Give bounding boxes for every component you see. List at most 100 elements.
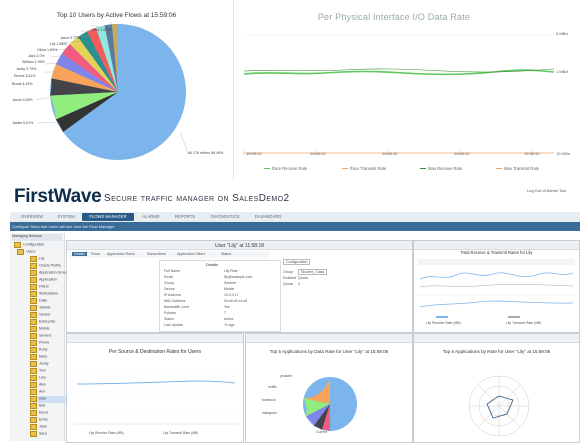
sidebar-tree-item[interactable]: Sara [30, 431, 47, 438]
sidebar-tree-item[interactable]: Application Group [30, 270, 68, 277]
folder-icon [30, 410, 37, 416]
legend-item[interactable]: Lily Receive Rate (MB) [89, 431, 124, 435]
legend-item[interactable]: Max Receive Rate [420, 166, 462, 171]
sidebar-item-label: Tablets [39, 305, 51, 310]
sidebar-tree-item[interactable]: Kate [30, 396, 70, 403]
detail-key: Status [164, 317, 174, 321]
tab-flows-manager[interactable]: FLOWS MANAGER [82, 213, 134, 221]
legend-item[interactable]: Iface Transmit Rate [342, 166, 386, 171]
folder-icon [30, 403, 37, 409]
folder-icon [30, 263, 37, 269]
sidebar-item-label: Sara [39, 431, 47, 436]
sidebar-item-label: Jenny [39, 361, 49, 366]
top-apps-pie-panel: Top 5 Applications by Data Rate for User… [245, 333, 413, 443]
sidebar-item-label: Jane [39, 424, 47, 429]
quota-value: 0 [298, 282, 300, 286]
sidebar-tree-item[interactable]: Emily [30, 417, 48, 424]
sidebar-tree-item[interactable]: Jane [30, 424, 47, 431]
detail-value: Active [224, 317, 234, 321]
folder-icon [30, 291, 37, 297]
tab-overview[interactable]: OVERVIEW [14, 213, 50, 221]
detail-key: IP Address [164, 293, 181, 297]
sidebar-tree-item[interactable]: Ann [30, 389, 45, 396]
tab-app-filters[interactable]: Application Filters [177, 252, 205, 256]
tab-reports[interactable]: REPORTS [168, 213, 202, 221]
top-right-link[interactable]: Log Out of Admin Tool [527, 188, 566, 193]
sidebar-tree-item[interactable]: Elena [30, 410, 48, 417]
sidebar-tree-item[interactable]: Lisa [30, 375, 46, 382]
sidebar-tree-item[interactable]: Mobile [30, 326, 50, 333]
tab-diagnostics[interactable]: DIAGNOSTICS [204, 213, 246, 221]
tab-details[interactable]: Details [72, 252, 87, 256]
sidebar-tree-item[interactable]: Lily [30, 256, 44, 263]
sidebar-tree-item[interactable]: Jenny [30, 361, 49, 368]
tab-flows[interactable]: Flows [91, 252, 100, 256]
configuration-button[interactable]: Configuration [283, 259, 311, 265]
detail-value: 7 [224, 311, 226, 315]
sidebar-tree-item[interactable]: Vendor [30, 312, 50, 319]
tab-system[interactable]: SYSTEM [52, 213, 80, 221]
tab-status[interactable]: Status [221, 252, 231, 256]
pie-label: William 1.99% [22, 60, 45, 64]
sidebar-tree-item[interactable]: Configuration [14, 242, 44, 249]
sidebar-tree-item[interactable]: Servers [30, 333, 51, 340]
pie-label: Current [316, 430, 328, 434]
legend-item[interactable]: Lily Receive Rate (MB) [426, 321, 461, 325]
sidebar-item-label: Kate [39, 396, 47, 401]
sidebar-tree-item[interactable]: Mary [30, 354, 47, 361]
pie-label: Olivia 1.89% [37, 48, 58, 52]
folder-icon [30, 424, 37, 430]
sidebar-item-label: Alex [39, 382, 46, 387]
detail-value: Yes [224, 305, 230, 309]
sidebar-tree-item[interactable]: Alex [30, 382, 46, 389]
main-nav: OVERVIEW SYSTEM FLOWS MANAGER ALARMS REP… [10, 212, 580, 222]
pie-label: Brook 4.43% [12, 82, 33, 86]
folder-icon [30, 319, 37, 325]
y-tick: 5 MB/s [556, 31, 569, 36]
folder-icon [30, 361, 37, 367]
sidebar-item-label: Filters [39, 284, 49, 289]
sidebar-tree-item[interactable]: Bob [30, 403, 45, 410]
sidebar-tree-item[interactable]: Users [17, 249, 35, 256]
legend-item[interactable]: Lily Transmit Rate (MB) [163, 431, 198, 435]
sidebar-tree-item[interactable]: Oracle Profile [30, 263, 61, 270]
folder-icon [14, 242, 21, 248]
sidebar-tree-item[interactable]: Tom [30, 368, 46, 375]
legend-item[interactable]: Iface Receive Rate [264, 166, 307, 171]
sidebar-tree-item[interactable]: Application [30, 277, 57, 284]
pie-label: netflix [268, 385, 277, 389]
sidebar-tree-item[interactable]: Enterprise [30, 319, 55, 326]
apps-radar-chart [468, 375, 530, 437]
group-select[interactable]: Student_Class [298, 269, 328, 275]
folder-icon [30, 277, 37, 283]
legend-item[interactable]: Lily Transmit Rate (MB) [506, 321, 541, 325]
sidebar-tree-item[interactable]: Daily [30, 298, 47, 305]
details-heading: Details [206, 262, 219, 267]
sidebar-tree-item[interactable]: Filters [30, 284, 49, 291]
enabled-label: Enabled [283, 276, 297, 280]
sidebar-item-label: Enterprise [39, 319, 56, 324]
sidebar-tree-item[interactable]: Tablets [30, 305, 50, 312]
sidebar-item-label: Daily [39, 298, 47, 303]
sidebar-item-label: Oracle Profile [39, 263, 61, 268]
legend-item[interactable]: Max Transmit Rate [496, 166, 539, 171]
sidebar-tree-item[interactable]: Workstation [30, 291, 58, 298]
panel-title: Total Receive & Transmit Rates for Lily [460, 250, 533, 255]
panel-title: Per Source & Destination Rates for Users [108, 349, 202, 355]
folder-icon [30, 389, 37, 395]
rates-mini-charts [418, 259, 575, 318]
sidebar-tree-item[interactable]: Phone [30, 340, 49, 347]
folder-icon [30, 270, 37, 276]
pie-label: instagram [262, 411, 277, 415]
sidebar-item-label: Bob [39, 403, 46, 408]
tab-subscribers[interactable]: Subscribers [147, 252, 166, 256]
detail-value: lily@example.com [224, 275, 253, 279]
sidebar-item-label: Workstation [39, 291, 58, 296]
tab-application-rules[interactable]: Application Rules [107, 252, 135, 256]
sidebar-tree-item[interactable]: Ruby [30, 347, 47, 354]
tab-alarms[interactable]: ALARMS [136, 213, 166, 221]
pie-label: youtube [280, 374, 293, 378]
tab-dashboard[interactable]: DASHBOARD [248, 213, 288, 221]
detail-value: 7s ago [224, 323, 235, 327]
detail-key: Last Update [164, 323, 183, 327]
